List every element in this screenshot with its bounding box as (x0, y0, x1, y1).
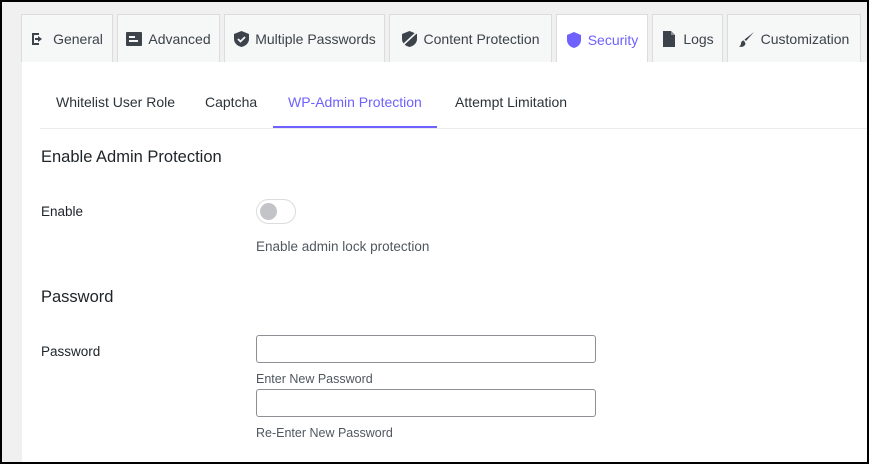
tab-security[interactable]: Security (556, 14, 648, 64)
toggle-knob (260, 203, 277, 220)
main-tab-bar: General Advanced Multiple Passwords Cont… (2, 2, 867, 64)
tab-logs[interactable]: Logs (652, 14, 723, 62)
new-password-input[interactable] (256, 335, 596, 363)
security-subtab-bar: Whitelist User Role Captcha WP-Admin Pro… (40, 62, 867, 129)
document-icon (661, 30, 677, 47)
confirm-password-hint: Re-Enter New Password (256, 426, 393, 440)
settings-window: General Advanced Multiple Passwords Cont… (0, 0, 869, 464)
tab-multiple-passwords[interactable]: Multiple Passwords (224, 14, 385, 62)
password-heading: Password (41, 288, 114, 306)
subtab-attempt-limitation[interactable]: Attempt Limitation (455, 94, 567, 110)
tab-advanced-label: Advanced (148, 30, 211, 47)
tab-content-protection-label: Content Protection (423, 30, 540, 47)
tab-content-protection[interactable]: Content Protection (389, 14, 552, 62)
tab-logs-label: Logs (683, 30, 714, 47)
shield-slash-icon (402, 30, 418, 47)
new-password-hint: Enter New Password (256, 372, 373, 386)
security-panel: Whitelist User Role Captcha WP-Admin Pro… (22, 62, 867, 462)
password-label: Password (41, 344, 101, 359)
tab-customization-label: Customization (760, 30, 850, 47)
active-subtab-indicator (273, 126, 437, 128)
confirm-password-input[interactable] (256, 389, 596, 417)
tab-general-label: General (53, 30, 103, 47)
advanced-panel-icon (126, 31, 143, 47)
admin-protection-heading: Enable Admin Protection (41, 148, 222, 166)
subtab-wp-admin-protection[interactable]: WP-Admin Protection (288, 94, 422, 110)
login-arrow-icon (31, 31, 47, 47)
enable-label: Enable (41, 204, 84, 219)
tab-customization[interactable]: Customization (727, 14, 861, 62)
tab-general[interactable]: General (21, 14, 113, 62)
shield-icon (566, 31, 582, 48)
brush-icon (738, 31, 755, 47)
tab-multiple-passwords-label: Multiple Passwords (255, 30, 376, 47)
tab-security-label: Security (587, 31, 639, 48)
shield-check-icon (233, 30, 249, 47)
enable-help-text: Enable admin lock protection (256, 239, 430, 254)
enable-admin-protection-toggle[interactable] (256, 199, 296, 224)
subtab-captcha[interactable]: Captcha (205, 94, 257, 110)
subtab-whitelist-user-role[interactable]: Whitelist User Role (56, 94, 175, 110)
tab-advanced[interactable]: Advanced (117, 14, 220, 62)
